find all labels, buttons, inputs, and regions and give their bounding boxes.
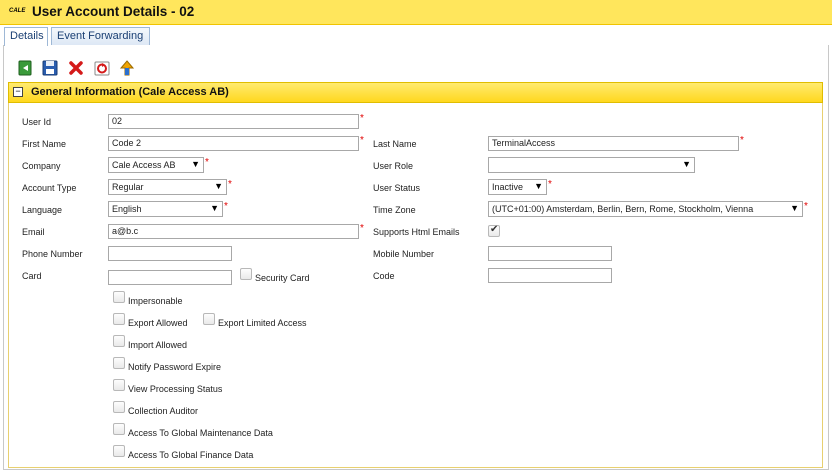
access-global-finance-label: Access To Global Finance Data [128,450,254,460]
notify-password-expire-label: Notify Password Expire [128,362,222,372]
access-global-maintenance-label: Access To Global Maintenance Data [128,428,273,438]
user-status-select[interactable]: Inactive ▼ [488,179,547,195]
first-name-input[interactable]: Code 2 [108,136,359,151]
required-marker: * [228,179,232,190]
language-value: English [112,204,142,214]
company-label: Company [22,161,61,171]
time-zone-label: Time Zone [373,205,416,215]
user-status-label: User Status [373,183,421,193]
phone-number-label: Phone Number [22,249,83,259]
chevron-down-icon: ▼ [682,159,691,169]
mobile-number-label: Mobile Number [373,249,435,259]
user-id-input[interactable]: 02 [108,114,359,129]
required-marker: * [360,223,364,234]
required-marker: * [360,135,364,146]
back-icon[interactable] [16,59,34,77]
time-zone-select[interactable]: (UTC+01:00) Amsterdam, Berlin, Bern, Rom… [488,201,803,217]
card-label: Card [22,271,42,281]
card-input[interactable] [108,270,232,285]
email-label: Email [22,227,45,237]
last-name-label: Last Name [373,139,417,149]
export-allowed-checkbox[interactable] [113,313,125,325]
required-marker: * [360,113,364,124]
refresh-icon[interactable] [93,59,111,77]
required-marker: * [548,179,552,190]
title-bar: CALE User Account Details - 02 [0,0,832,25]
supports-html-emails-checkbox[interactable] [488,224,500,237]
user-id-label: User Id [22,117,52,127]
time-zone-value: (UTC+01:00) Amsterdam, Berlin, Bern, Rom… [492,204,754,214]
code-input[interactable] [488,268,612,283]
general-information-header: − General Information (Cale Access AB) [8,82,823,103]
user-status-value: Inactive [492,182,524,192]
security-card-label: Security Card [255,273,310,283]
company-value: Cale Access AB [112,160,176,170]
chevron-down-icon: ▼ [191,159,200,169]
tab-details[interactable]: Details [4,27,48,46]
language-select[interactable]: English ▼ [108,201,223,217]
phone-number-input[interactable] [108,246,232,261]
export-allowed-label: Export Allowed [128,318,188,328]
tab-event-forwarding[interactable]: Event Forwarding [51,27,150,45]
import-allowed-checkbox[interactable] [113,335,125,347]
toolbar [12,57,822,81]
required-marker: * [804,201,808,212]
collection-auditor-checkbox[interactable] [113,401,125,413]
security-card-checkbox[interactable] [240,268,252,280]
user-role-select[interactable]: ▼ [488,157,695,173]
upload-icon[interactable] [118,59,136,77]
page-title: User Account Details - 02 [32,4,195,19]
import-allowed-label: Import Allowed [128,340,188,350]
code-label: Code [373,271,395,281]
collection-auditor-label: Collection Auditor [128,406,199,416]
account-type-select[interactable]: Regular ▼ [108,179,227,195]
export-limited-access-label: Export Limited Access [218,318,307,328]
supports-html-emails-label: Supports Html Emails [373,227,460,237]
notify-password-expire-checkbox[interactable] [113,357,125,369]
section-title: General Information (Cale Access AB) [31,86,229,98]
user-role-label: User Role [373,161,414,171]
view-processing-status-label: View Processing Status [128,384,223,394]
access-global-maintenance-checkbox[interactable] [113,423,125,435]
company-select[interactable]: Cale Access AB ▼ [108,157,204,173]
chevron-down-icon: ▼ [534,181,543,191]
first-name-label: First Name [22,139,67,149]
collapse-icon[interactable]: − [13,87,23,97]
account-type-value: Regular [112,182,144,192]
account-type-label: Account Type [22,183,77,193]
required-marker: * [205,157,209,168]
language-label: Language [22,205,63,215]
export-limited-access-checkbox[interactable] [203,313,215,325]
delete-icon[interactable] [67,59,85,77]
impersonable-checkbox[interactable] [113,291,125,303]
access-global-finance-checkbox[interactable] [113,445,125,457]
impersonable-label: Impersonable [128,296,183,306]
last-name-input[interactable]: TerminalAccess [488,136,739,151]
mobile-number-input[interactable] [488,246,612,261]
save-icon[interactable] [41,59,59,77]
required-marker: * [740,135,744,146]
chevron-down-icon: ▼ [790,203,799,213]
chevron-down-icon: ▼ [210,203,219,213]
cale-logo: CALE [9,8,26,14]
email-input[interactable]: a@b.c [108,224,359,239]
chevron-down-icon: ▼ [214,181,223,191]
view-processing-status-checkbox[interactable] [113,379,125,391]
required-marker: * [224,201,228,212]
